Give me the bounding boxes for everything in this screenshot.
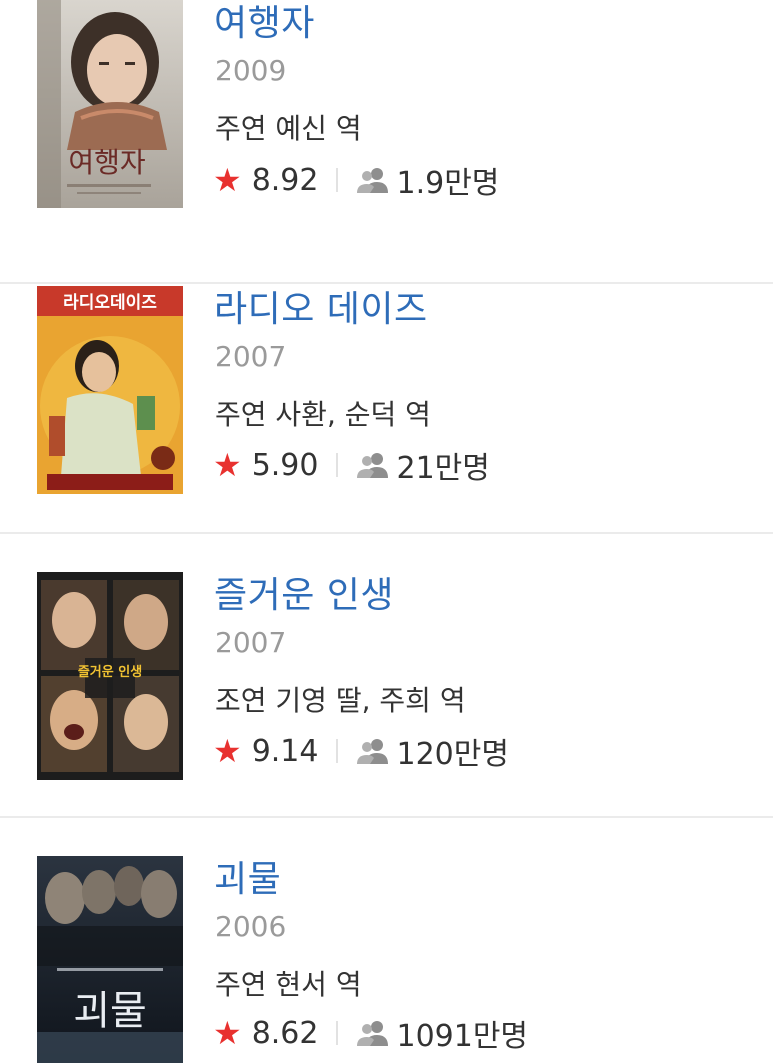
movie-role: 주연 현서 역 — [215, 968, 362, 1001]
star-icon: ★ — [213, 1014, 242, 1052]
movie-poster[interactable]: 여행자 — [37, 0, 183, 208]
audience-count: 120만명 — [396, 737, 509, 772]
audience-count: 1.9만명 — [396, 166, 500, 201]
movie-role: 조연 기영 딸, 주희 역 — [215, 684, 466, 717]
movie-title[interactable]: 여행자 — [214, 0, 315, 46]
poster-image: 즐거운 인생 — [37, 572, 183, 780]
poster-image: 여행자 — [37, 0, 183, 208]
movie-role: 주연 사환, 순덕 역 — [215, 398, 431, 431]
people-icon — [356, 167, 390, 193]
rating-value: 9.14 — [251, 733, 319, 769]
poster-image: 라디오데이즈 — [37, 286, 183, 494]
movie-year: 2007 — [215, 626, 287, 659]
meta-divider — [336, 1021, 339, 1045]
movie-meta: ★ 8.92 1.9만명 — [213, 158, 499, 202]
movie-list: 여행자 여행자 2009 주연 예신 역 ★ 8.92 1.9만명 라디오데이즈… — [0, 0, 773, 1063]
poster-image: 괴물 — [37, 856, 183, 1063]
people-icon — [356, 452, 390, 478]
meta-divider — [336, 168, 339, 192]
movie-title[interactable]: 즐거운 인생 — [214, 566, 394, 618]
rating-value: 8.92 — [251, 162, 319, 198]
movie-poster[interactable]: 즐거운 인생 — [37, 572, 183, 780]
list-item[interactable]: 라디오데이즈 라디오 데이즈 2007 주연 사환, 순덕 역 ★ 5.90 2… — [0, 248, 773, 534]
movie-meta: ★ 8.62 1091만명 — [213, 1011, 528, 1055]
movie-poster[interactable]: 라디오데이즈 — [37, 286, 183, 494]
movie-year: 2006 — [215, 910, 287, 943]
audience-count: 21만명 — [396, 451, 490, 486]
meta-divider — [336, 453, 339, 477]
movie-meta: ★ 5.90 21만명 — [213, 443, 490, 487]
star-icon: ★ — [213, 161, 242, 199]
rating-value: 5.90 — [251, 447, 319, 483]
list-item[interactable]: 여행자 여행자 2009 주연 예신 역 ★ 8.92 1.9만명 — [0, 0, 773, 284]
svg-text:라디오데이즈: 라디오데이즈 — [63, 293, 157, 313]
movie-year: 2009 — [215, 54, 287, 87]
list-item[interactable]: 괴물 괴물 2006 주연 현서 역 ★ 8.62 1091만명 — [0, 818, 773, 1063]
movie-title[interactable]: 라디오 데이즈 — [214, 280, 428, 332]
svg-text:즐거운 인생: 즐거운 인생 — [78, 664, 142, 680]
movie-year: 2007 — [215, 340, 287, 373]
movie-poster[interactable]: 괴물 — [37, 856, 183, 1063]
list-item[interactable]: 즐거운 인생 즐거운 인생 2007 조연 기영 딸, 주희 역 ★ 9.14 … — [0, 534, 773, 818]
rating-value: 8.62 — [251, 1015, 319, 1051]
star-icon: ★ — [213, 732, 242, 770]
meta-divider — [336, 739, 339, 763]
movie-title[interactable]: 괴물 — [214, 850, 281, 902]
movie-role: 주연 예신 역 — [215, 112, 362, 145]
people-icon — [356, 738, 390, 764]
svg-text:괴물: 괴물 — [73, 988, 147, 1034]
svg-text:여행자: 여행자 — [68, 146, 145, 179]
star-icon: ★ — [213, 446, 242, 484]
people-icon — [356, 1020, 390, 1046]
audience-count: 1091만명 — [396, 1019, 529, 1054]
movie-meta: ★ 9.14 120만명 — [213, 729, 509, 773]
